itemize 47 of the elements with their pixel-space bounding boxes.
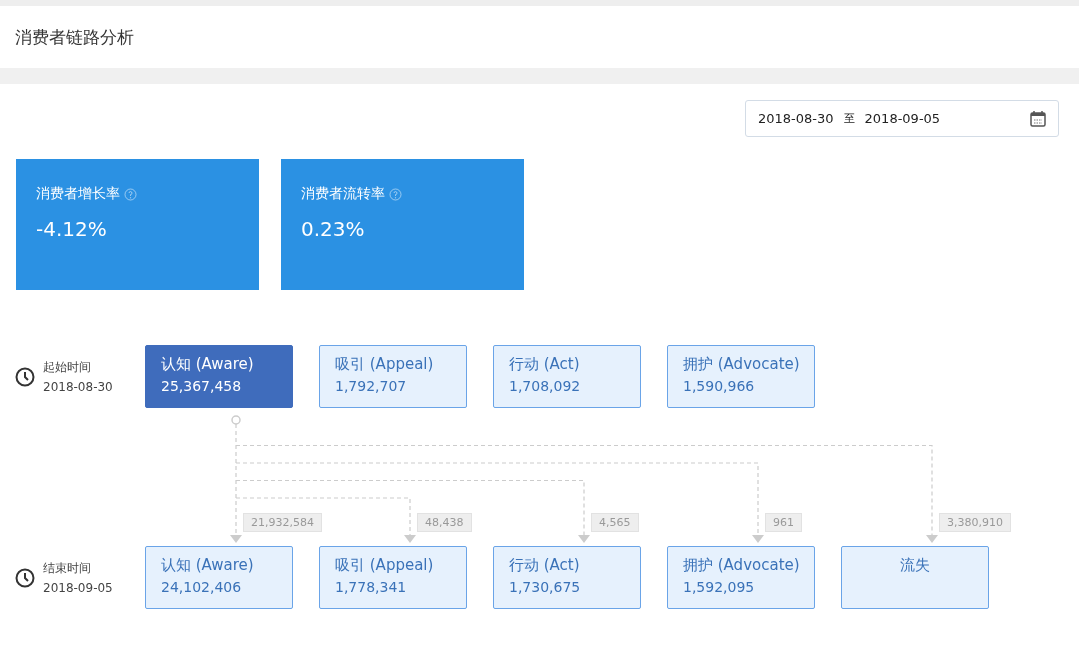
help-icon[interactable]	[389, 187, 402, 201]
stage-card[interactable]: 行动 (Act) 1,708,092	[493, 345, 641, 408]
stage-card[interactable]: 认知 (Aware) 24,102,406	[145, 546, 293, 609]
kpi-label: 消费者流转率	[301, 185, 385, 203]
stage-value: 1,730,675	[509, 579, 582, 595]
stage-value: 1,708,092	[509, 378, 582, 394]
churn-card[interactable]: 流失	[841, 546, 989, 609]
stage-value: 25,367,458	[161, 378, 243, 394]
kpi-value: -4.12%	[36, 217, 108, 241]
stage-name: 行动 (Act)	[509, 556, 581, 575]
stage-card[interactable]: 认知 (Aware) 25,367,458	[145, 345, 293, 408]
stage-card[interactable]: 拥护 (Advocate) 1,592,095	[667, 546, 815, 609]
connector-dot	[231, 415, 241, 425]
stage-value: 1,590,966	[683, 378, 756, 394]
help-icon[interactable]	[124, 187, 137, 201]
flow-count: 4,565	[591, 513, 639, 532]
stage-card[interactable]: 行动 (Act) 1,730,675	[493, 546, 641, 609]
stage-value: 24,102,406	[161, 579, 243, 595]
stage-card[interactable]: 拥护 (Advocate) 1,590,966	[667, 345, 815, 408]
stage-value: 1,778,341	[335, 579, 408, 595]
clock-icon	[15, 567, 35, 588]
stage-name: 吸引 (Appeal)	[335, 556, 435, 575]
row-date: 2018-09-05	[43, 579, 113, 597]
clock-icon	[15, 366, 35, 387]
stage-name: 认知 (Aware)	[161, 355, 255, 374]
flow-count: 961	[765, 513, 802, 532]
date-range-field[interactable]: 2018-08-30 至 2018-09-05	[745, 100, 1059, 137]
stage-name: 拥护 (Advocate)	[683, 556, 799, 575]
stage-value: 1,792,707	[335, 378, 408, 394]
stage-name: 流失	[900, 556, 930, 575]
kpi-value: 0.23%	[301, 217, 366, 241]
stage-name: 吸引 (Appeal)	[335, 355, 435, 374]
row-label: 起始时间	[43, 358, 92, 376]
stage-card[interactable]: 吸引 (Appeal) 1,792,707	[319, 345, 467, 408]
flow-count: 3,380,910	[939, 513, 1011, 532]
stage-card[interactable]: 吸引 (Appeal) 1,778,341	[319, 546, 467, 609]
row-date: 2018-08-30	[43, 378, 113, 396]
stage-name: 拥护 (Advocate)	[683, 355, 799, 374]
calendar-icon[interactable]	[1030, 110, 1046, 127]
stage-value: 1,592,095	[683, 579, 756, 595]
flow-count: 21,932,584	[243, 513, 322, 532]
row-label: 结束时间	[43, 559, 92, 577]
page-title: 消费者链路分析	[15, 25, 134, 49]
flow-count: 48,438	[417, 513, 472, 532]
stage-name: 行动 (Act)	[509, 355, 581, 374]
kpi-label: 消费者增长率	[36, 185, 120, 203]
stage-name: 认知 (Aware)	[161, 556, 255, 575]
